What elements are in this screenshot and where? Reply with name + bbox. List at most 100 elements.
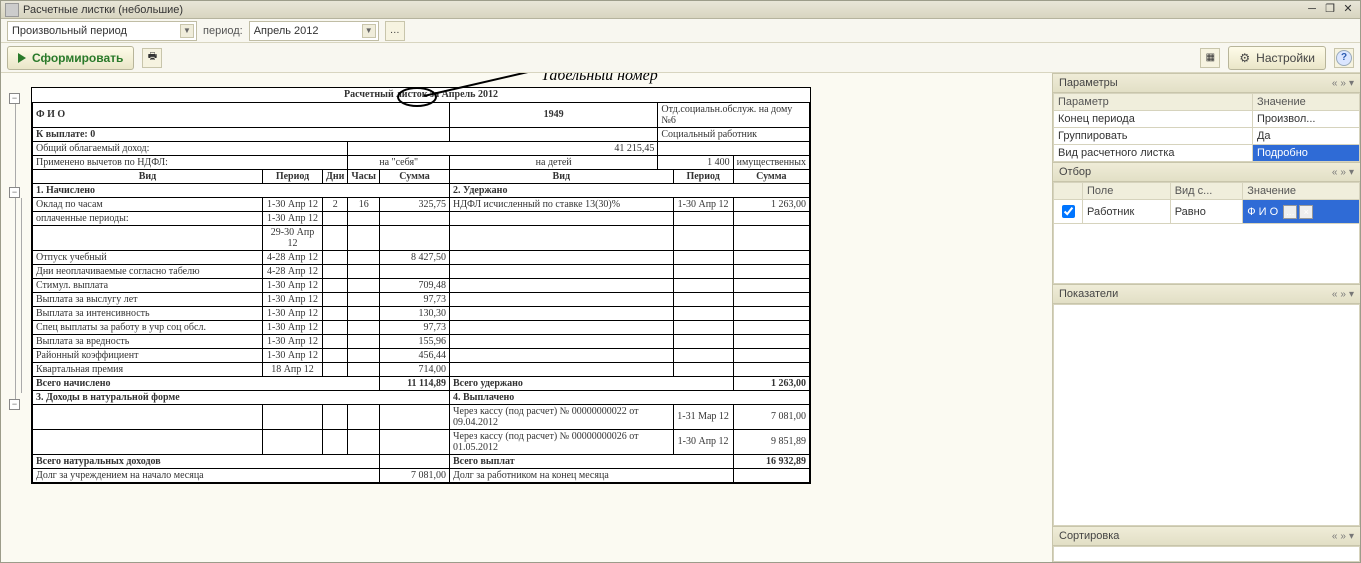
period-toolbar: Произвольный период ▼ период: Апрель 201… bbox=[1, 19, 1360, 43]
sec2: 2. Удержано bbox=[450, 183, 810, 197]
outline-toggle[interactable]: − bbox=[9, 93, 20, 104]
outline-toggle[interactable]: − bbox=[9, 399, 20, 410]
h-sum2: Сумма bbox=[733, 169, 809, 183]
action-toolbar: Сформировать 🖶 ⚙ Настройки bbox=[1, 43, 1360, 73]
h-period2: Период bbox=[673, 169, 733, 183]
h-kind: Вид bbox=[33, 169, 263, 183]
params-header[interactable]: Параметры«»▾ bbox=[1053, 73, 1360, 93]
param-row[interactable]: Конец периодаПроизвол... bbox=[1054, 111, 1360, 128]
chevron-right-icon: » bbox=[1340, 78, 1346, 89]
col-value: Значение bbox=[1252, 94, 1359, 111]
tot-acc: 11 114,89 bbox=[380, 376, 450, 390]
chevron-down-icon: ▼ bbox=[362, 24, 376, 38]
help-icon bbox=[1336, 50, 1352, 66]
ndfl-prop: имущественных bbox=[733, 155, 809, 169]
h-days: Дни bbox=[323, 169, 348, 183]
col-cond: Вид с... bbox=[1170, 183, 1243, 200]
ndfl-self: на "себя" bbox=[348, 155, 450, 169]
table-row: 29-30 Апр 12 bbox=[33, 225, 810, 250]
period-label: период: bbox=[203, 25, 243, 37]
settings-button[interactable]: ⚙ Настройки bbox=[1228, 46, 1326, 70]
table-row: Через кассу (под расчет) № 00000000026 о… bbox=[33, 429, 810, 454]
content-area: − − − Табельный номер Расчетный листок з… bbox=[1, 73, 1360, 562]
title-bar: Расчетные листки (небольшие) ─ ❐ ✕ bbox=[1, 1, 1360, 19]
play-icon bbox=[18, 53, 26, 63]
tot-ded-l: Всего удержано bbox=[450, 376, 734, 390]
params-body: ПараметрЗначение Конец периодаПроизвол..… bbox=[1053, 93, 1360, 162]
period-type-combo[interactable]: Произвольный период ▼ bbox=[7, 21, 197, 41]
h-sum: Сумма bbox=[380, 169, 450, 183]
report-area: − − − Табельный номер Расчетный листок з… bbox=[1, 73, 1052, 562]
chevron-down-icon: ▼ bbox=[180, 24, 194, 38]
table-row: Отпуск учебный4-28 Апр 128 427,50 bbox=[33, 250, 810, 264]
period-combo[interactable]: Апрель 2012 ▼ bbox=[249, 21, 379, 41]
indicators-body bbox=[1053, 304, 1360, 526]
table-row: Выплата за вредность1-30 Апр 12155,96 bbox=[33, 334, 810, 348]
table-row: Стимул. выплата1-30 Апр 12709,48 bbox=[33, 278, 810, 292]
restore-button[interactable]: ❐ bbox=[1322, 3, 1338, 17]
filter-body: ПолеВид с...Значение РаботникРавноФ И О … bbox=[1053, 182, 1360, 284]
debt1-l: Долг за учреждением на начало месяца bbox=[33, 468, 380, 482]
table-row: Районный коэффициент1-30 Апр 12456,44 bbox=[33, 348, 810, 362]
grid-view-button[interactable] bbox=[1200, 48, 1220, 68]
col-val: Значение bbox=[1243, 183, 1360, 200]
debt1: 7 081,00 bbox=[380, 468, 450, 482]
table-row: Выплата за интенсивность1-30 Апр 12130,3… bbox=[33, 306, 810, 320]
sort-body bbox=[1053, 546, 1360, 562]
annotation-circle bbox=[397, 87, 437, 107]
outline-toggle[interactable]: − bbox=[9, 187, 20, 198]
table-row: Спец выплаты за работу в учр соц обсл.1-… bbox=[33, 320, 810, 334]
outline-line bbox=[21, 198, 22, 393]
app-window: Расчетные листки (небольшие) ─ ❐ ✕ Произ… bbox=[0, 0, 1361, 563]
filter-checkbox[interactable] bbox=[1062, 205, 1075, 218]
close-button[interactable]: ✕ bbox=[1340, 3, 1356, 17]
tab-number: 1949 bbox=[450, 102, 658, 127]
indicators-header[interactable]: Показатели«»▾ bbox=[1053, 284, 1360, 304]
param-row[interactable]: Вид расчетного листкаПодробно bbox=[1054, 145, 1360, 162]
print-button[interactable]: 🖶 bbox=[142, 48, 162, 68]
period-type-value: Произвольный период bbox=[12, 25, 127, 37]
payslip-table: Расчетный листок за Апрель 2012 Ф И О 19… bbox=[32, 88, 810, 483]
table-row: Дни неоплачиваемые согласно табелю4-28 А… bbox=[33, 264, 810, 278]
params-grid[interactable]: ПараметрЗначение Конец периодаПроизвол..… bbox=[1053, 93, 1360, 162]
window-title: Расчетные листки (небольшие) bbox=[23, 4, 1302, 16]
clear-button[interactable]: × bbox=[1299, 205, 1313, 219]
sec3: 3. Доходы в натуральной форме bbox=[33, 390, 450, 404]
tot-nat-l: Всего натуральных доходов bbox=[33, 454, 380, 468]
row-val: 41 215,45 bbox=[348, 141, 658, 155]
col-field: Поле bbox=[1083, 183, 1171, 200]
table-row: Оклад по часам1-30 Апр 12216325,75НДФЛ и… bbox=[33, 197, 810, 211]
ellipsis-button[interactable]: … bbox=[1283, 205, 1297, 219]
indicators-title: Показатели bbox=[1059, 288, 1118, 300]
generate-button[interactable]: Сформировать bbox=[7, 46, 134, 70]
tot-paid-l: Всего выплат bbox=[450, 454, 734, 468]
chevron-left-icon: « bbox=[1332, 78, 1338, 89]
h-period: Период bbox=[263, 169, 323, 183]
filter-header[interactable]: Отбор«»▾ bbox=[1053, 162, 1360, 182]
app-icon bbox=[5, 3, 19, 17]
position: Социальный работник bbox=[658, 127, 810, 141]
help-button[interactable] bbox=[1334, 48, 1354, 68]
minimize-button[interactable]: ─ bbox=[1304, 3, 1320, 17]
sort-header[interactable]: Сортировка«»▾ bbox=[1053, 526, 1360, 546]
row-label: Общий облагаемый доход: bbox=[33, 141, 348, 155]
period-picker-button[interactable]: … bbox=[385, 21, 405, 41]
ndfl-kids: на детей bbox=[450, 155, 658, 169]
filter-grid[interactable]: ПолеВид с...Значение РаботникРавноФ И О … bbox=[1053, 182, 1360, 224]
generate-label: Сформировать bbox=[32, 51, 123, 65]
annotation-label: Табельный номер bbox=[541, 73, 658, 85]
table-row: Выплата за выслугу лет1-30 Апр 1297,73 bbox=[33, 292, 810, 306]
table-row: оплаченные периоды:1-30 Апр 12 bbox=[33, 211, 810, 225]
col-param: Параметр bbox=[1054, 94, 1253, 111]
settings-pane: Параметры«»▾ ПараметрЗначение Конец пери… bbox=[1052, 73, 1360, 562]
filter-row[interactable]: РаботникРавноФ И О …× bbox=[1054, 200, 1360, 224]
sort-title: Сортировка bbox=[1059, 530, 1119, 542]
h-hours: Часы bbox=[348, 169, 380, 183]
row-label: Применено вычетов по НДФЛ: bbox=[33, 155, 348, 169]
gear-icon: ⚙ bbox=[1239, 51, 1250, 65]
ndfl-val: 1 400 bbox=[658, 155, 733, 169]
settings-label: Настройки bbox=[1256, 51, 1315, 65]
filter-title: Отбор bbox=[1059, 166, 1091, 178]
sec4: 4. Выплачено bbox=[450, 390, 810, 404]
param-row[interactable]: ГруппироватьДа bbox=[1054, 128, 1360, 145]
